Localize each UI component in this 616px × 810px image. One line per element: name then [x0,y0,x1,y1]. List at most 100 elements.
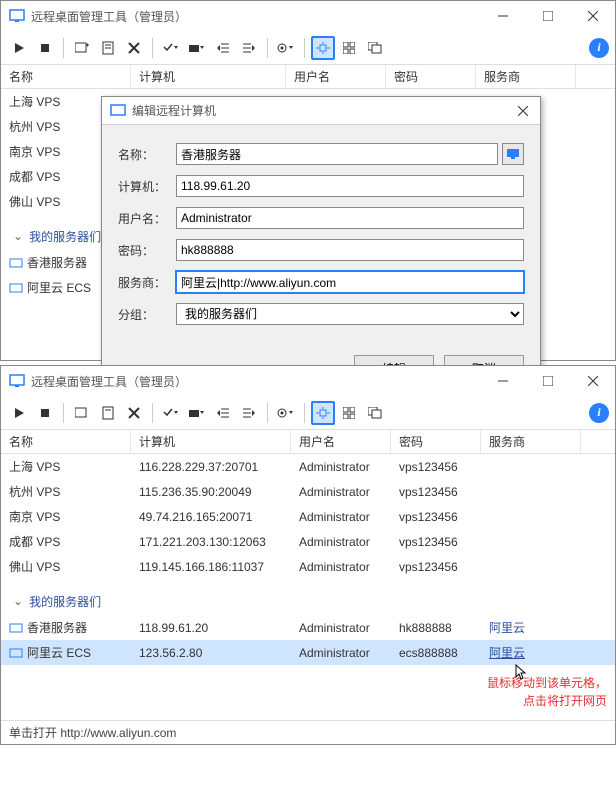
header-password[interactable]: 密码 [386,65,476,88]
separator [304,38,305,58]
name-input[interactable] [176,143,498,165]
folder-dropdown-icon[interactable] [185,36,209,60]
app-icon [9,8,25,24]
header-user[interactable]: 用户名 [286,65,386,88]
dialog-titlebar: 编辑远程计算机 [102,97,540,125]
toolbar: i [1,396,615,430]
header-provider[interactable]: 服务商 [481,430,581,453]
label-user: 用户名： [118,210,176,227]
header-user[interactable]: 用户名 [291,430,391,453]
close-button[interactable] [570,366,615,396]
cascade-icon[interactable] [363,36,387,60]
info-icon[interactable]: i [589,38,609,58]
table-row[interactable]: 上海 VPS116.228.229.37:20701Administratorv… [1,454,615,479]
status-bar: 单击打开 http://www.aliyun.com [1,720,615,744]
app-icon [110,103,126,119]
titlebar: 远程桌面管理工具（管理员） [1,366,615,396]
monitor-icon [9,258,23,270]
chevron-down-icon: ⌄ [13,229,23,243]
monitor-icon [9,283,23,295]
settings-dropdown-icon[interactable] [274,36,298,60]
dialog-title: 编辑远程计算机 [132,102,506,119]
group-select[interactable]: 我的服务器们 [176,303,524,325]
stop-icon[interactable] [33,401,57,425]
edit-dialog: 编辑远程计算机 名称： 计算机： 用户名： 密码： 服务商： 分组：我的服务器们… [101,96,541,396]
separator [63,403,64,423]
cascade-icon[interactable] [363,401,387,425]
table-row[interactable]: 阿里云 ECS123.56.2.80Administratorecs888888… [1,640,615,665]
separator [152,38,153,58]
add-screen-icon[interactable] [70,36,94,60]
delete-icon[interactable] [122,36,146,60]
separator [267,403,268,423]
header-name[interactable]: 名称 [1,65,131,88]
check-dropdown-icon[interactable] [159,401,183,425]
play-icon[interactable] [7,401,31,425]
toolbar: i [1,31,615,65]
provider-link[interactable]: 阿里云 [489,621,525,635]
provider-link[interactable]: 阿里云 [489,646,525,660]
separator [63,38,64,58]
window-title: 远程桌面管理工具（管理员） [31,373,480,390]
titlebar: 远程桌面管理工具（管理员） [1,1,615,31]
pick-icon-button[interactable] [502,143,524,165]
indent-right-icon[interactable] [237,36,261,60]
edit-list-icon[interactable] [96,36,120,60]
fit-screen-icon[interactable] [311,36,335,60]
settings-dropdown-icon[interactable] [274,401,298,425]
grid-icon[interactable] [337,401,361,425]
separator [304,403,305,423]
close-button[interactable] [570,1,615,31]
info-icon[interactable]: i [589,403,609,423]
table-row[interactable]: 杭州 VPS115.236.35.90:20049Administratorvp… [1,479,615,504]
group-header[interactable]: ⌄我的服务器们 [1,587,615,615]
header-computer[interactable]: 计算机 [131,430,291,453]
grid-icon[interactable] [337,36,361,60]
maximize-button[interactable] [525,1,570,31]
monitor-icon [9,648,23,660]
chevron-down-icon: ⌄ [13,594,23,608]
table-row[interactable]: 南京 VPS49.74.216.165:20071Administratorvp… [1,504,615,529]
play-icon[interactable] [7,36,31,60]
indent-right-icon[interactable] [237,401,261,425]
main-window-bottom: 远程桌面管理工具（管理员） i 名称 计算机 用户名 密码 服务商 上海 VPS… [0,365,616,745]
add-screen-icon[interactable] [70,401,94,425]
dialog-close-button[interactable] [506,97,540,125]
main-window-top: 远程桌面管理工具（管理员） i 名称 计算机 用户名 密码 服务商 上海 VPS… [0,0,616,361]
table-row[interactable]: 佛山 VPS119.145.166.186:11037Administrator… [1,554,615,579]
minimize-button[interactable] [480,366,525,396]
status-text: 单击打开 http://www.aliyun.com [9,724,176,741]
annotation-text: 鼠标移动到该单元格，点击将打开网页 [487,674,607,710]
column-headers: 名称 计算机 用户名 密码 服务商 [1,430,615,454]
window-title: 远程桌面管理工具（管理员） [31,8,480,25]
monitor-icon [9,623,23,635]
user-input[interactable] [176,207,524,229]
label-provider: 服务商： [118,274,176,291]
table-row[interactable]: 成都 VPS171.221.203.130:12063Administrator… [1,529,615,554]
stop-icon[interactable] [33,36,57,60]
label-password: 密码： [118,242,176,259]
header-name[interactable]: 名称 [1,430,131,453]
app-icon [9,373,25,389]
label-group: 分组： [118,306,176,323]
provider-input[interactable] [176,271,524,293]
table-row[interactable]: 香港服务器118.99.61.20Administratorhk888888阿里… [1,615,615,640]
maximize-button[interactable] [525,366,570,396]
separator [152,403,153,423]
header-computer[interactable]: 计算机 [131,65,286,88]
delete-icon[interactable] [122,401,146,425]
header-password[interactable]: 密码 [391,430,481,453]
password-input[interactable] [176,239,524,261]
minimize-button[interactable] [480,1,525,31]
computer-input[interactable] [176,175,524,197]
fit-screen-icon[interactable] [311,401,335,425]
column-headers: 名称 计算机 用户名 密码 服务商 [1,65,615,89]
indent-left-icon[interactable] [211,36,235,60]
check-dropdown-icon[interactable] [159,36,183,60]
cursor-icon [513,664,529,684]
edit-list-icon[interactable] [96,401,120,425]
label-computer: 计算机： [118,178,176,195]
header-provider[interactable]: 服务商 [476,65,576,88]
folder-dropdown-icon[interactable] [185,401,209,425]
indent-left-icon[interactable] [211,401,235,425]
